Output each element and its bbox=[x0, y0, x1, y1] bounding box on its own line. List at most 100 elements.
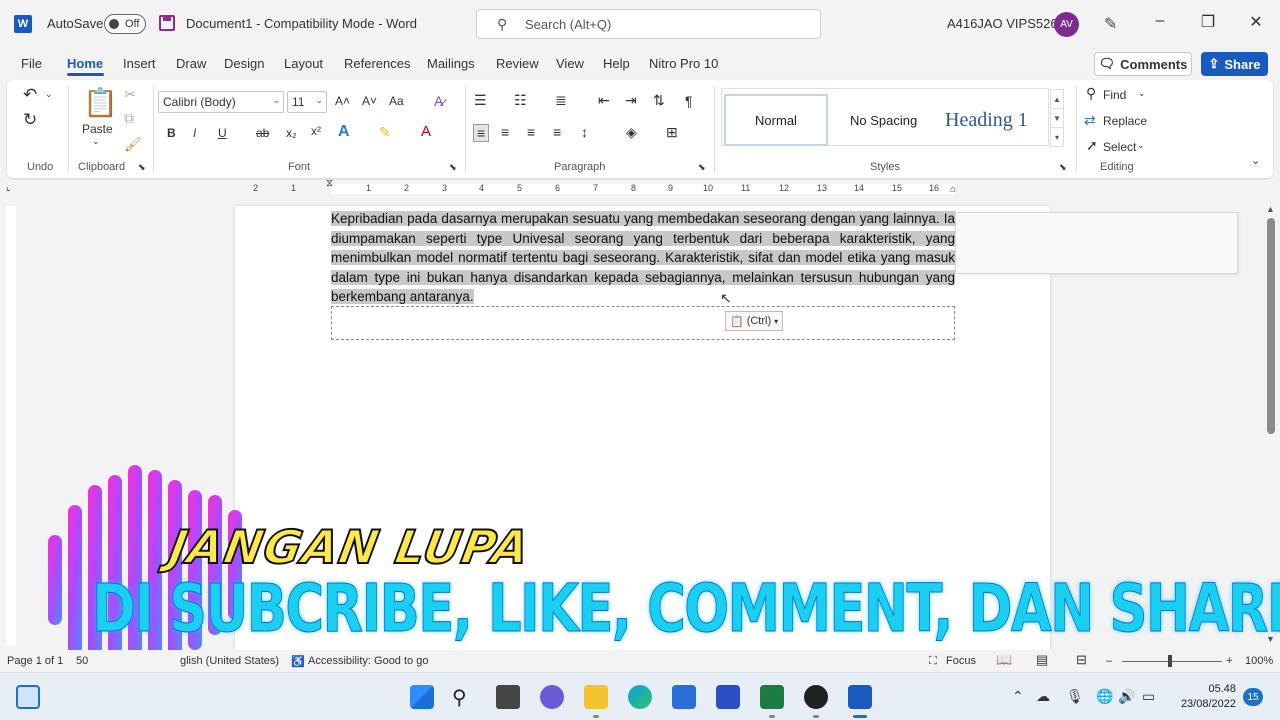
paste-icon[interactable]: 📋 bbox=[83, 86, 118, 119]
clock[interactable]: 05.48 23/08/2022 bbox=[1176, 682, 1236, 712]
zoom-in-icon[interactable]: + bbox=[1226, 655, 1232, 667]
collapse-ribbon-icon[interactable]: ⌄ bbox=[1251, 154, 1260, 167]
subscript-button[interactable]: x₂ bbox=[286, 126, 297, 140]
paste-dropdown-icon[interactable]: ⌄ bbox=[92, 136, 100, 147]
widgets-icon[interactable] bbox=[16, 685, 40, 709]
word-icon[interactable] bbox=[848, 685, 872, 709]
app-icon[interactable] bbox=[716, 685, 740, 709]
tab-review[interactable]: Review bbox=[496, 56, 539, 71]
increase-indent-icon[interactable]: ⇥ bbox=[625, 92, 637, 109]
zoom-slider[interactable] bbox=[1122, 661, 1222, 662]
font-name-combo[interactable]: Calibri (Body) ⌄ bbox=[158, 91, 284, 113]
tab-view[interactable]: View bbox=[556, 56, 584, 71]
tab-help[interactable]: Help bbox=[603, 56, 630, 71]
tab-layout[interactable]: Layout bbox=[284, 56, 323, 71]
align-right-icon[interactable]: ≡ bbox=[527, 124, 535, 140]
save-icon[interactable] bbox=[159, 15, 175, 31]
search-icon[interactable]: ⚲ bbox=[452, 685, 476, 709]
style-heading-1[interactable]: Heading 1 bbox=[945, 94, 1028, 146]
strikethrough-button[interactable]: ab bbox=[256, 126, 269, 140]
scroll-thumb[interactable] bbox=[1267, 218, 1275, 434]
accessibility-icon[interactable]: ♿ bbox=[291, 655, 305, 668]
line-spacing-icon[interactable]: ↕ bbox=[581, 124, 588, 140]
text-effects-button[interactable]: A bbox=[338, 123, 350, 141]
focus-icon[interactable]: ⛶ bbox=[929, 655, 937, 668]
styles-scroll[interactable]: ▲ ▼ ▾ bbox=[1050, 89, 1064, 147]
clipboard-launcher-icon[interactable]: ⬊ bbox=[138, 162, 146, 173]
document-paragraph[interactable]: Kepribadian pada dasarnya merupakan sesu… bbox=[331, 209, 955, 307]
copy-icon[interactable]: ⧉ bbox=[124, 110, 134, 127]
borders-icon[interactable]: ⊞ bbox=[666, 124, 678, 141]
web-layout-icon[interactable]: ⊟ bbox=[1076, 652, 1087, 668]
chat-icon[interactable] bbox=[540, 685, 564, 709]
multilevel-list-icon[interactable]: ≣ bbox=[555, 92, 567, 109]
user-name[interactable]: A416JAO VIPS526 bbox=[947, 16, 1058, 31]
undo-icon[interactable]: ↶ bbox=[23, 85, 37, 105]
store-icon[interactable] bbox=[672, 685, 696, 709]
cut-icon[interactable]: ✂ bbox=[124, 86, 136, 103]
page-count[interactable]: Page 1 of 1 bbox=[7, 655, 63, 667]
print-layout-icon[interactable]: ▤ bbox=[1036, 652, 1048, 668]
search-input[interactable]: ⚲ Search (Alt+Q) bbox=[476, 9, 821, 39]
notification-badge[interactable]: 15 bbox=[1243, 688, 1263, 706]
style-normal[interactable]: Normal bbox=[724, 94, 828, 146]
autosave-toggle[interactable]: Off bbox=[104, 14, 146, 34]
underline-button[interactable]: U bbox=[218, 126, 227, 140]
tab-selector-icon[interactable]: ⌞ bbox=[6, 182, 11, 193]
task-view-icon[interactable] bbox=[496, 685, 520, 709]
right-indent-marker-icon[interactable]: ⌂ bbox=[950, 184, 956, 195]
word-count[interactable]: 50 bbox=[76, 655, 88, 667]
paste-label[interactable]: Paste bbox=[82, 122, 113, 136]
zoom-slider-thumb[interactable] bbox=[1168, 655, 1172, 667]
selected-text[interactable]: Kepribadian pada dasarnya merupakan sesu… bbox=[331, 211, 955, 304]
start-icon[interactable] bbox=[410, 685, 434, 709]
font-color-button[interactable]: A bbox=[421, 123, 431, 140]
chevron-down-icon[interactable]: ⌄ bbox=[1138, 88, 1146, 99]
focus-button[interactable]: Focus bbox=[946, 655, 976, 667]
tab-nitro-pro[interactable]: Nitro Pro 10 bbox=[649, 56, 718, 71]
language-status[interactable]: glish (United States) bbox=[180, 655, 279, 667]
restore-button[interactable]: ❐ bbox=[1193, 12, 1223, 32]
network-icon[interactable]: 🌐 bbox=[1096, 688, 1113, 705]
share-button[interactable]: ⇪ Share bbox=[1201, 52, 1268, 76]
scroll-up-icon[interactable]: ▲ bbox=[1266, 204, 1275, 214]
excel-icon[interactable] bbox=[760, 685, 784, 709]
tab-insert[interactable]: Insert bbox=[123, 56, 156, 71]
tab-draw[interactable]: Draw bbox=[176, 56, 206, 71]
show-formatting-button[interactable]: ¶ bbox=[685, 93, 693, 109]
tray-chevron-icon[interactable]: ⌃ bbox=[1012, 688, 1024, 705]
italic-button[interactable]: I bbox=[193, 126, 196, 140]
tab-mailings[interactable]: Mailings bbox=[427, 56, 475, 71]
shrink-font-button[interactable]: A˅ bbox=[362, 94, 377, 108]
superscript-button[interactable]: x² bbox=[311, 124, 321, 138]
read-mode-icon[interactable]: 📖 bbox=[996, 652, 1012, 668]
replace-button[interactable]: Replace bbox=[1103, 114, 1147, 128]
zoom-out-icon[interactable]: – bbox=[1106, 655, 1112, 667]
sort-icon[interactable]: ⇅ bbox=[653, 92, 665, 109]
paste-options-button[interactable]: 📋 (Ctrl) ▾ bbox=[725, 311, 783, 331]
close-button[interactable]: ✕ bbox=[1241, 12, 1271, 32]
edge-icon[interactable] bbox=[628, 685, 652, 709]
bullets-icon[interactable]: ☰ bbox=[474, 92, 487, 109]
grow-font-button[interactable]: A˄ bbox=[335, 94, 350, 108]
more-styles-icon[interactable]: ▾ bbox=[1051, 128, 1063, 147]
comments-button[interactable]: 🗨 Comments bbox=[1094, 52, 1192, 76]
style-no-spacing[interactable]: No Spacing bbox=[850, 94, 917, 146]
justify-icon[interactable]: ≡ bbox=[553, 124, 561, 140]
replace-icon[interactable]: ⇄ bbox=[1084, 112, 1096, 129]
microphone-icon[interactable]: 🎙 bbox=[1066, 688, 1084, 705]
select-icon[interactable]: ➚ bbox=[1086, 137, 1098, 154]
battery-icon[interactable]: ▭ bbox=[1142, 688, 1155, 705]
file-explorer-icon[interactable] bbox=[584, 685, 608, 709]
designer-pen-icon[interactable]: ✎ bbox=[1104, 14, 1117, 34]
select-button[interactable]: Select bbox=[1103, 140, 1136, 154]
align-center-icon[interactable]: ≡ bbox=[501, 124, 509, 140]
tab-home[interactable]: Home bbox=[67, 56, 103, 71]
clear-formatting-icon[interactable]: A̷ bbox=[434, 93, 443, 109]
zoom-level[interactable]: 100% bbox=[1245, 655, 1273, 667]
find-icon[interactable]: ⚲ bbox=[1086, 85, 1096, 102]
decrease-indent-icon[interactable]: ⇤ bbox=[598, 92, 610, 109]
chevron-down-icon[interactable]: ⌄ bbox=[1137, 140, 1145, 151]
styles-launcher-icon[interactable]: ⬊ bbox=[1059, 162, 1067, 173]
format-painter-icon[interactable]: 🖌 bbox=[124, 136, 142, 153]
